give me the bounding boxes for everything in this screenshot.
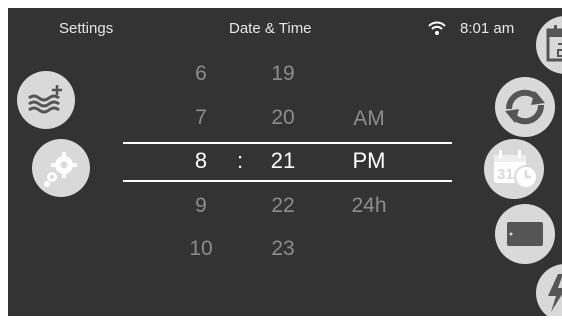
clock-time: 8:01 am [460, 20, 515, 37]
minute-option[interactable]: 19 [258, 62, 308, 86]
mode-option-am[interactable]: AM [344, 107, 394, 131]
hour-option[interactable]: 9 [176, 194, 226, 218]
minute-option[interactable]: 20 [258, 106, 308, 130]
settings-button[interactable] [32, 139, 90, 197]
screen: Settings Date & Time 8:01 am 6 7 8 9 10 … [8, 8, 562, 316]
display-icon [507, 222, 543, 246]
calendar-button[interactable] [536, 16, 562, 74]
display-button[interactable] [495, 204, 555, 264]
settings-gear-icon [44, 152, 77, 187]
date-time-icon [494, 150, 538, 189]
minute-option-selected[interactable]: 21 [258, 148, 308, 174]
hour-option[interactable]: 10 [176, 237, 226, 261]
mode-option-pm-selected[interactable]: PM [344, 148, 394, 174]
mode-option-24h[interactable]: 24h [344, 194, 394, 218]
hour-option[interactable]: 6 [176, 62, 226, 86]
settings-label[interactable]: Settings [59, 20, 113, 37]
minute-option[interactable]: 23 [258, 237, 308, 261]
date-time-button[interactable]: 31 [484, 139, 544, 199]
hour-column[interactable]: 6 7 8 9 10 [176, 8, 226, 316]
refresh-cycle-icon [505, 89, 545, 125]
mode-column[interactable]: AM PM 24h [344, 8, 394, 316]
calendar-day-number: 31 [497, 166, 514, 183]
lightning-button[interactable] [536, 264, 562, 316]
time-separator: : [236, 148, 244, 173]
calendar-icon [546, 25, 562, 62]
water-features-icon [28, 85, 62, 114]
lightning-icon [548, 274, 562, 312]
minute-option[interactable]: 22 [258, 194, 308, 218]
hour-option[interactable]: 7 [176, 106, 226, 130]
wifi-icon [428, 20, 446, 36]
refresh-cycle-button[interactable] [495, 77, 555, 137]
hour-option-selected[interactable]: 8 [176, 148, 226, 174]
water-features-button[interactable] [17, 71, 75, 129]
minute-column[interactable]: 19 20 21 22 23 [258, 8, 308, 316]
